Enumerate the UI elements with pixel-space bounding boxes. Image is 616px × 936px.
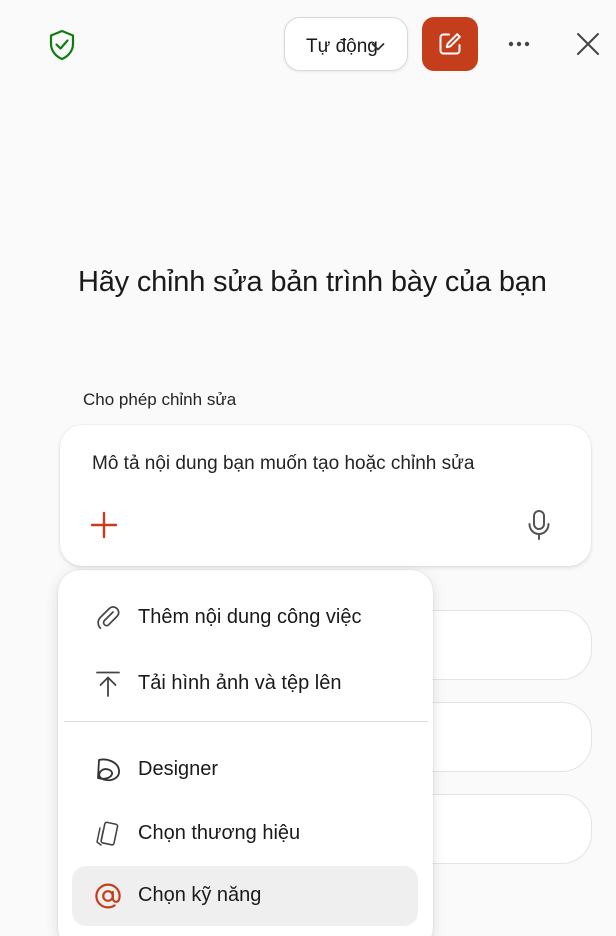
- menu-item-choose-brand[interactable]: Chọn thương hiệu: [72, 804, 418, 864]
- close-icon[interactable]: [574, 30, 602, 58]
- new-edit-icon: [439, 33, 461, 55]
- plus-icon[interactable]: [90, 511, 118, 539]
- menu-item-label: Chọn thương hiệu: [138, 822, 301, 844]
- brand-kit-icon: [96, 821, 119, 846]
- at-sign-icon: [95, 883, 121, 909]
- menu-item-label: Chọn kỹ năng: [138, 884, 262, 906]
- menu-item-add-work-content[interactable]: Thêm nội dung công việc: [72, 588, 418, 648]
- designer-icon: [97, 758, 120, 782]
- ellipsis-icon[interactable]: [503, 34, 535, 54]
- add-content-menu: Thêm nội dung công việc Tải hình ảnh và …: [58, 570, 433, 936]
- mode-dropdown-label: Tự động: [306, 36, 378, 57]
- copilot-panel: Tự động Hãy chỉnh sửa bản trình bày của …: [0, 0, 616, 936]
- menu-item-designer[interactable]: Designer: [72, 740, 418, 800]
- prompt-box[interactable]: Mô tả nội dung bạn muốn tạo hoặc chỉnh s…: [60, 425, 591, 566]
- menu-item-label: Thêm nội dung công việc: [138, 606, 362, 628]
- microphone-icon[interactable]: [526, 509, 552, 541]
- chevron-down-icon: [371, 43, 385, 51]
- menu-item-label: Designer: [138, 758, 219, 780]
- paperclip-icon: [97, 606, 120, 629]
- mode-dropdown[interactable]: Tự động: [284, 17, 408, 71]
- new-edit-button[interactable]: [422, 17, 478, 71]
- prompt-input[interactable]: Mô tả nội dung bạn muốn tạo hoặc chỉnh s…: [92, 453, 474, 475]
- shield-check-icon: [49, 29, 75, 61]
- upload-icon: [96, 671, 120, 697]
- menu-item-upload-files[interactable]: Tải hình ảnh và tệp lên: [72, 654, 418, 714]
- menu-item-choose-skill[interactable]: Chọn kỹ năng: [72, 866, 418, 926]
- menu-item-label: Tải hình ảnh và tệp lên: [138, 672, 342, 694]
- page-title: Hãy chỉnh sửa bản trình bày của bạn: [78, 266, 547, 298]
- allow-editing-label: Cho phép chỉnh sửa: [83, 390, 237, 409]
- menu-divider: [64, 721, 428, 722]
